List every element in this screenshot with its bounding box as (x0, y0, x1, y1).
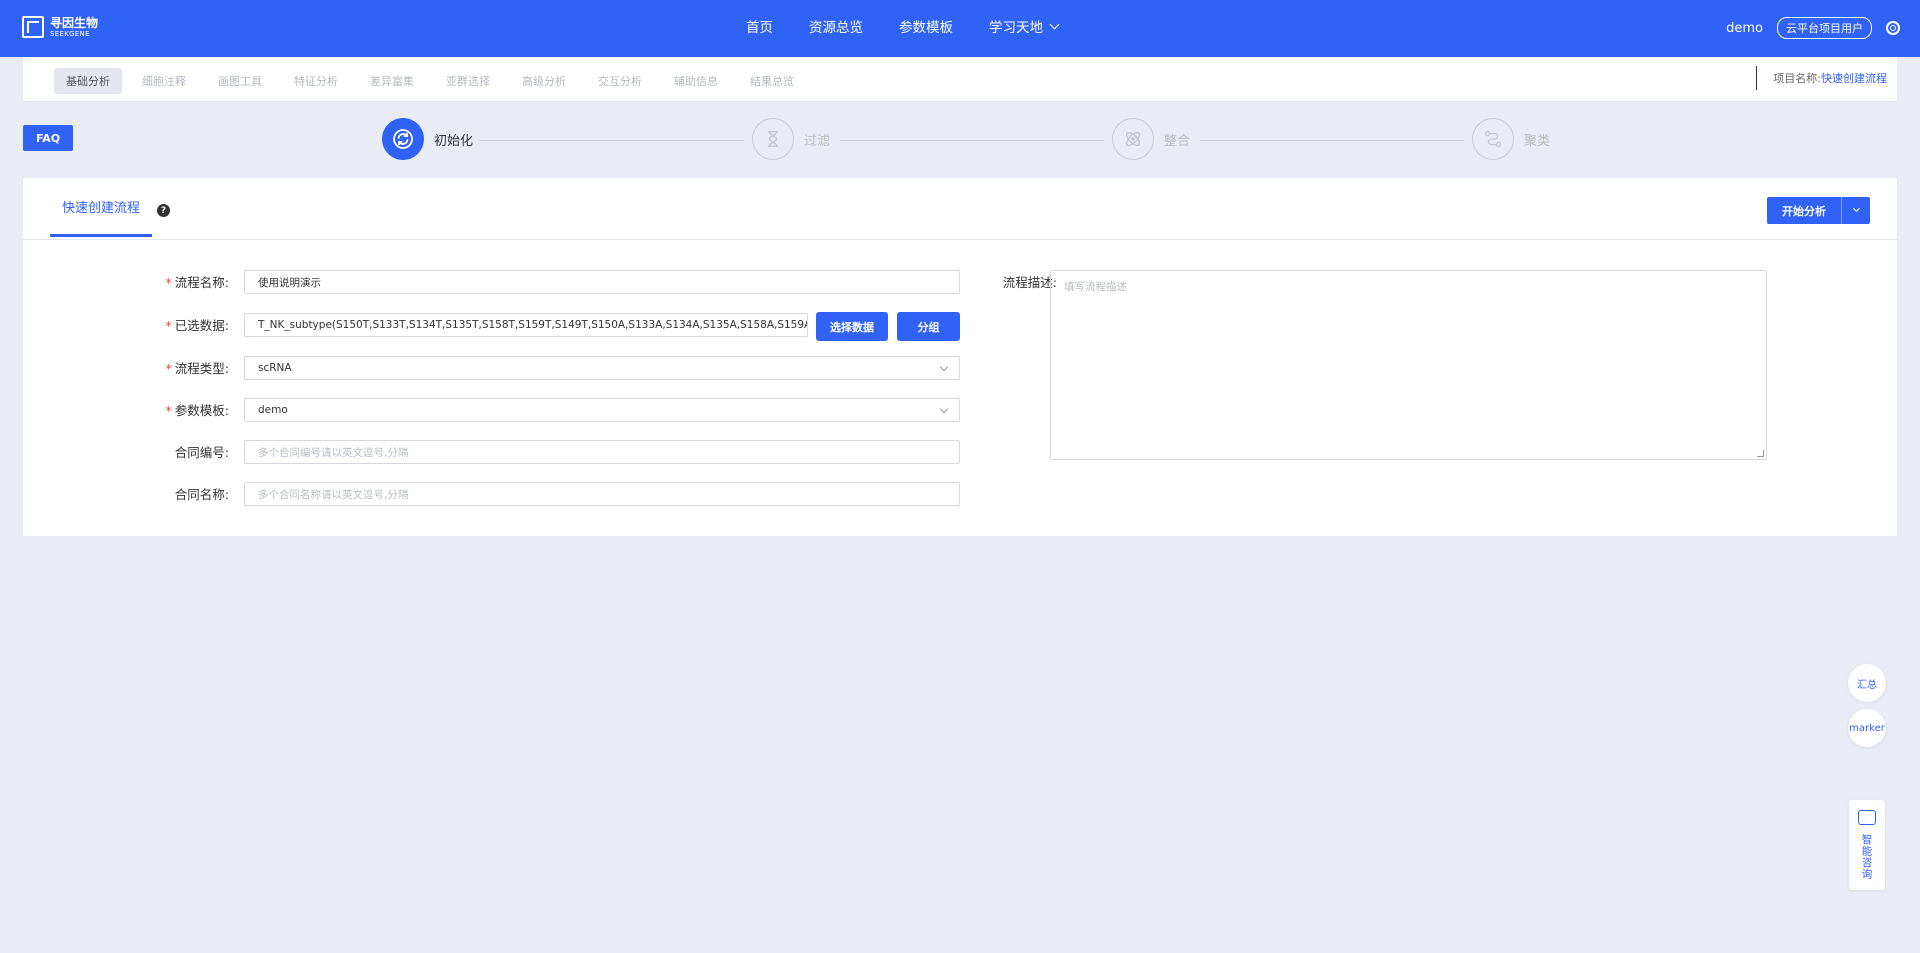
tab-bar: 快速创建流程 ? 开始分析 (23, 178, 1897, 240)
step-connector (1200, 140, 1464, 141)
logo-text-cn: 寻因生物 (50, 15, 99, 30)
desc-label: 流程描述: (1002, 275, 1057, 290)
analysis-menu-bar: 基础分析 细胞注释 画图工具 特征分析 差异富集 亚群选择 高级分析 交互分析 … (23, 57, 1897, 102)
main-nav: 首页 资源总览 参数模板 学习天地 (746, 0, 1060, 52)
tab-quick-create[interactable]: 快速创建流程 (50, 197, 152, 216)
step-filter-label: 过滤 (804, 133, 831, 149)
data-label: * 已选数据: (165, 318, 229, 333)
step-cluster-label: 聚类 (1524, 133, 1551, 149)
chevron-down-icon (939, 362, 949, 372)
nav-home[interactable]: 首页 (746, 16, 773, 36)
nav-learning-label: 学习天地 (989, 20, 1043, 36)
gear-icon[interactable] (1886, 21, 1900, 35)
nav-templates-label: 参数模板 (899, 20, 953, 36)
logo-text-en: SEEKGENE (50, 29, 90, 38)
desc-textarea[interactable]: 填写流程描述 (1050, 270, 1767, 460)
menu-diff-enrich[interactable]: 差异富集 (358, 68, 426, 94)
step-connector (479, 140, 744, 141)
template-select-value: demo (258, 404, 288, 416)
selected-data-input[interactable]: T_NK_subtype(S150T,S133T,S134T,S135T,S15… (244, 313, 808, 337)
nav-resources-label: 资源总览 (809, 20, 863, 36)
step-init[interactable]: 初始化 (382, 118, 473, 160)
menu-results[interactable]: 结果总览 (738, 68, 806, 94)
project-name: 项目名称: 快速创建流程 (1773, 70, 1887, 86)
role-badge: 云平台项目用户 (1777, 17, 1872, 39)
nav-home-label: 首页 (746, 20, 773, 36)
logo[interactable]: 寻因生物 SEEKGENE (22, 16, 98, 38)
logo-icon (22, 16, 44, 38)
smart-consult-label: 智能咨询 (1860, 834, 1873, 880)
atom-icon (1112, 118, 1154, 160)
tab-active-indicator (50, 234, 152, 237)
step-connector (840, 140, 1104, 141)
menu-cell-annotation[interactable]: 细胞注释 (130, 68, 198, 94)
name-input[interactable]: 使用说明演示 (244, 270, 960, 294)
chevron-down-icon (939, 404, 949, 414)
menu-interaction[interactable]: 交互分析 (586, 68, 654, 94)
hourglass-icon (752, 118, 794, 160)
template-select[interactable]: demo (244, 398, 960, 422)
project-name-link[interactable]: 快速创建流程 (1821, 70, 1887, 86)
template-label: * 参数模板: (165, 403, 229, 418)
help-icon[interactable]: ? (157, 204, 170, 217)
nav-resources[interactable]: 资源总览 (809, 16, 863, 36)
menu-subcluster[interactable]: 亚群选择 (434, 68, 502, 94)
main-card: 快速创建流程 ? 开始分析 * 流程名称: 使用说明演示 * 已选数据: T_NK_… (23, 178, 1897, 536)
smart-consult-button[interactable]: 智能咨询 (1849, 800, 1885, 890)
user-area: demo 云平台项目用户 (1726, 0, 1900, 56)
step-cluster[interactable]: 聚类 (1472, 118, 1550, 160)
step-integrate-label: 整合 (1164, 133, 1191, 149)
contract-name-input[interactable]: 多个合同名称请以英文逗号,分隔 (244, 482, 960, 506)
chat-icon (1858, 806, 1876, 825)
contract-no-input[interactable]: 多个合同编号请以英文逗号,分隔 (244, 440, 960, 464)
menu-basic-analysis[interactable]: 基础分析 (54, 68, 122, 94)
route-icon (1472, 118, 1514, 160)
select-data-button[interactable]: 选择数据 (816, 312, 888, 341)
summary-button[interactable]: 汇总 (1848, 664, 1886, 702)
menu-feature-analysis[interactable]: 特征分析 (282, 68, 350, 94)
divider (1756, 66, 1757, 90)
faq-button[interactable]: FAQ (23, 125, 73, 151)
start-analysis-label[interactable]: 开始分析 (1767, 197, 1842, 224)
chevron-down-icon (1852, 204, 1860, 213)
name-label: * 流程名称: (165, 275, 229, 290)
project-name-label: 项目名称: (1773, 72, 1821, 85)
marker-button[interactable]: marker (1848, 709, 1886, 747)
analysis-menu: 基础分析 细胞注释 画图工具 特征分析 差异富集 亚群选择 高级分析 交互分析 … (54, 68, 806, 94)
start-analysis-dropdown[interactable] (1842, 197, 1870, 224)
contract-name-label: 合同名称: (174, 487, 229, 502)
nav-learning[interactable]: 学习天地 (989, 16, 1060, 36)
username[interactable]: demo (1726, 21, 1763, 36)
menu-advanced[interactable]: 高级分析 (510, 68, 578, 94)
nav-templates[interactable]: 参数模板 (899, 16, 953, 36)
top-navbar: 寻因生物 SEEKGENE 首页 资源总览 参数模板 学习天地 demo 云平台… (0, 0, 1920, 57)
step-integrate[interactable]: 整合 (1112, 118, 1190, 160)
step-filter[interactable]: 过滤 (752, 118, 830, 160)
desc-placeholder: 填写流程描述 (1064, 281, 1127, 293)
sync-icon (382, 118, 424, 160)
step-init-label: 初始化 (434, 133, 474, 149)
contract-no-label: 合同编号: (174, 445, 229, 460)
start-analysis-button[interactable]: 开始分析 (1767, 197, 1870, 224)
type-select[interactable]: scRNA (244, 356, 960, 380)
chevron-down-icon (1049, 19, 1060, 29)
menu-plot-tools[interactable]: 画图工具 (206, 68, 274, 94)
group-button[interactable]: 分组 (897, 312, 960, 341)
menu-aux-info[interactable]: 辅助信息 (662, 68, 730, 94)
resize-handle[interactable] (1757, 450, 1764, 457)
type-label: * 流程类型: (165, 361, 229, 376)
type-select-value: scRNA (258, 362, 292, 374)
